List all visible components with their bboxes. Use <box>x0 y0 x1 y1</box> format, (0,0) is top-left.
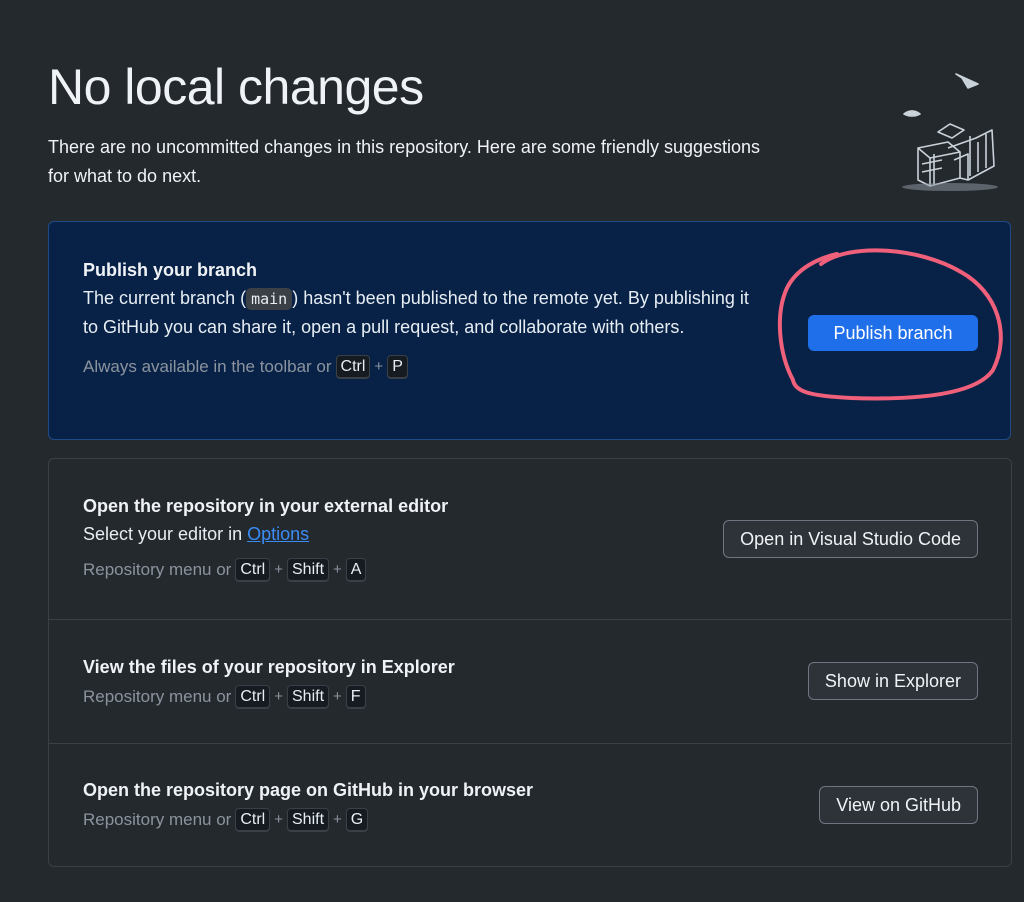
key-plus: + <box>374 358 384 375</box>
hint-text: Repository menu or <box>83 560 232 579</box>
shortcut-hint: Repository menu or Ctrl + Shift + A <box>83 557 448 583</box>
show-in-explorer-button[interactable]: Show in Explorer <box>807 662 978 700</box>
page-title: No local changes <box>48 59 424 115</box>
suggestion-description: Select your editor in Options <box>83 520 448 549</box>
publish-shortcut-hint: Always available in the toolbar or Ctrl … <box>83 354 763 380</box>
key-plus: + <box>333 561 342 578</box>
boxes-illustration-icon <box>902 73 998 191</box>
key-plus: + <box>274 561 283 578</box>
key-p: P <box>387 355 408 379</box>
view-on-github-button[interactable]: View on GitHub <box>819 786 978 824</box>
options-link[interactable]: Options <box>247 524 309 544</box>
suggestion-show-explorer: View the files of your repository in Exp… <box>49 620 1011 744</box>
key-g: G <box>345 808 369 832</box>
key-plus: + <box>333 688 342 705</box>
suggestions-list: Open the repository in your external edi… <box>48 458 1012 867</box>
hint-text: Always available in the toolbar or <box>83 357 332 376</box>
publish-branch-description: The current branch (main) hasn't been pu… <box>83 284 763 342</box>
key-plus: + <box>274 811 283 828</box>
branch-name-chip: main <box>246 288 293 310</box>
shortcut-hint: Repository menu or Ctrl + Shift + F <box>83 684 455 710</box>
suggestion-title: Open the repository in your external edi… <box>83 496 449 516</box>
key-ctrl: Ctrl <box>235 685 271 709</box>
suggestion-title: View the files of your repository in Exp… <box>83 657 455 677</box>
hint-text: Repository menu or <box>83 687 232 706</box>
open-in-vscode-button[interactable]: Open in Visual Studio Code <box>723 520 978 558</box>
hint-text: Repository menu or <box>83 810 232 829</box>
publish-desc-before: The current branch ( <box>83 288 247 308</box>
key-f: F <box>345 685 366 709</box>
key-a: A <box>345 558 367 582</box>
key-plus: + <box>274 688 283 705</box>
key-ctrl: Ctrl <box>235 808 271 832</box>
suggestion-text: View the files of your repository in Exp… <box>83 653 455 710</box>
desc-prefix: Select your editor in <box>83 524 243 544</box>
publish-branch-button[interactable]: Publish branch <box>808 315 978 351</box>
key-shift: Shift <box>287 558 330 582</box>
suggestion-text: Open the repository page on GitHub in yo… <box>83 776 533 833</box>
publish-branch-title: Publish your branch <box>83 260 258 280</box>
page-subtitle: There are no uncommitted changes in this… <box>48 137 761 186</box>
publish-branch-card: Publish your branch The current branch (… <box>48 221 1011 440</box>
shortcut-hint: Repository menu or Ctrl + Shift + G <box>83 807 533 833</box>
key-ctrl: Ctrl <box>235 558 271 582</box>
suggestion-title: Open the repository page on GitHub in yo… <box>83 780 534 800</box>
key-plus: + <box>333 811 342 828</box>
key-shift: Shift <box>287 808 330 832</box>
no-local-changes-page: No local changes There are no uncommitte… <box>0 0 1024 902</box>
suggestion-open-editor: Open the repository in your external edi… <box>49 459 1011 620</box>
suggestion-text: Open the repository in your external edi… <box>83 492 448 583</box>
key-ctrl: Ctrl <box>335 355 371 379</box>
key-shift: Shift <box>287 685 330 709</box>
publish-branch-text: Publish your branch The current branch (… <box>83 256 763 380</box>
suggestion-view-github: Open the repository page on GitHub in yo… <box>49 744 1011 866</box>
